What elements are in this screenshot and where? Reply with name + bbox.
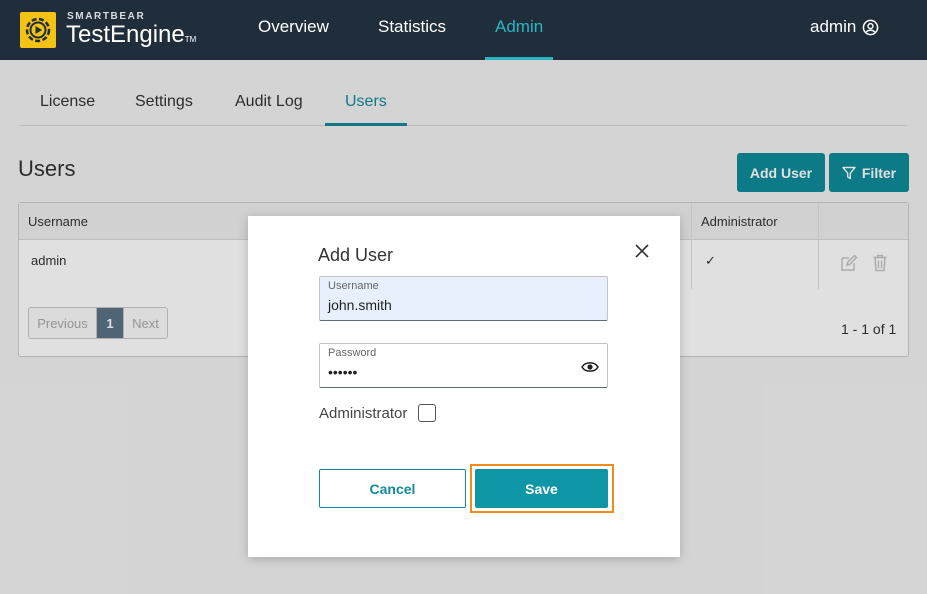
nav-statistics[interactable]: Statistics — [378, 17, 446, 37]
user-name: admin — [810, 17, 857, 36]
password-field[interactable]: Password •••••• — [319, 343, 608, 388]
testengine-logo-icon[interactable] — [20, 12, 56, 48]
administrator-label: Administrator — [319, 405, 408, 422]
administrator-checkbox[interactable] — [418, 404, 436, 422]
add-user-dialog: Add User Username john.smith Password ••… — [248, 216, 680, 557]
dialog-title: Add User — [318, 245, 394, 265]
top-navbar: SMARTBEAR TestEngineTM Overview Statisti… — [0, 0, 927, 60]
save-button[interactable]: Save — [475, 469, 608, 508]
user-menu[interactable]: admin — [810, 17, 879, 37]
username-input[interactable]: john.smith — [328, 297, 578, 313]
brand-product: TestEngineTM — [66, 21, 196, 49]
user-icon — [862, 19, 879, 35]
cancel-button[interactable]: Cancel — [319, 469, 466, 508]
password-input[interactable]: •••••• — [328, 364, 578, 380]
password-label: Password — [328, 347, 377, 359]
brand-product-name: TestEngine — [66, 21, 185, 48]
close-icon[interactable] — [632, 241, 652, 261]
username-field[interactable]: Username john.smith — [319, 276, 608, 321]
trademark: TM — [184, 35, 197, 44]
show-password-eye-icon[interactable] — [581, 360, 599, 374]
nav-overview[interactable]: Overview — [258, 17, 329, 37]
username-label: Username — [328, 280, 379, 292]
nav-admin[interactable]: Admin — [495, 17, 543, 37]
